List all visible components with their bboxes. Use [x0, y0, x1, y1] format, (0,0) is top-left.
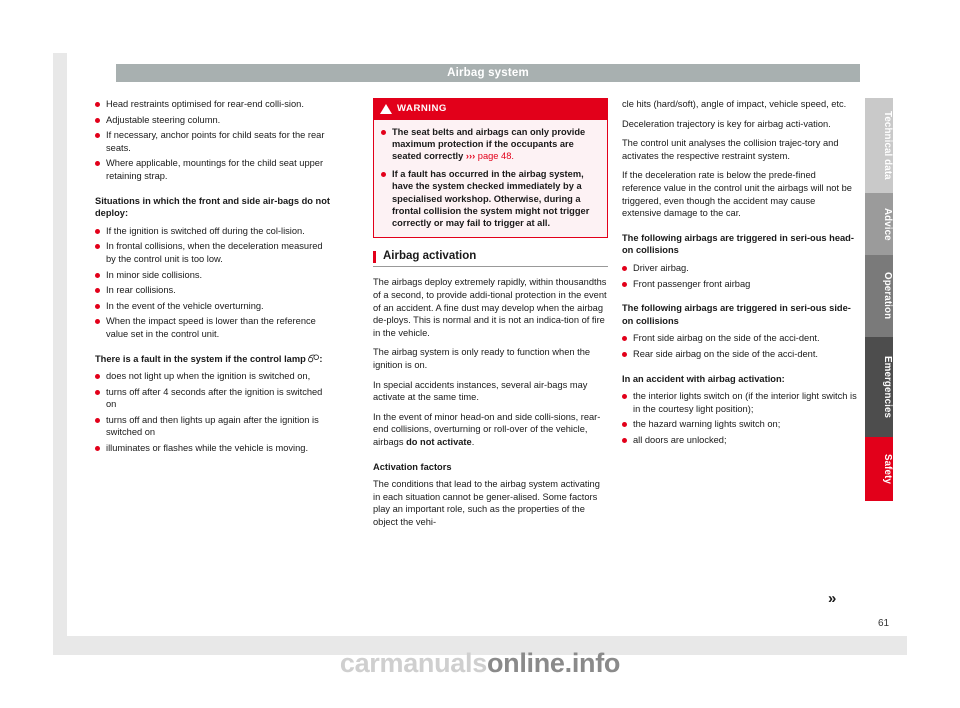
list-item: If the ignition is switched off during t…	[95, 225, 330, 238]
list-item: Driver airbag.	[622, 262, 857, 275]
column-2: WARNING The seat belts and airbags can o…	[373, 98, 608, 536]
bullet-dot-icon	[95, 303, 100, 309]
tab-operation[interactable]: Operation	[865, 255, 893, 337]
list-item: If a fault has occurred in the airbag sy…	[381, 168, 600, 230]
list-item: does not light up when the ignition is s…	[95, 370, 330, 383]
subheading-activation-factors: Activation factors	[373, 461, 452, 472]
warning-box: WARNING The seat belts and airbags can o…	[373, 98, 608, 238]
page-number: 61	[878, 618, 890, 629]
bullet-dot-icon	[95, 117, 100, 123]
airbag-warning-lamp-icon	[308, 354, 320, 363]
paragraph: The airbags deploy extremely rapidly, wi…	[373, 277, 607, 338]
bullet-dot-icon	[95, 133, 100, 139]
list-item: the interior lights switch on (if the in…	[622, 390, 857, 415]
column-1: Head restraints optimised for rear-end c…	[95, 98, 330, 458]
warning-body: The seat belts and airbags can only prov…	[374, 120, 607, 237]
subheading-fault: There is a fault in the system if the co…	[95, 353, 323, 364]
list-item: If necessary, anchor points for child se…	[95, 129, 330, 154]
bullet-dot-icon	[622, 422, 627, 428]
list-item: illuminates or flashes while the vehicle…	[95, 442, 330, 455]
list-item: When the impact speed is lower than the …	[95, 315, 330, 340]
bullet-dot-icon	[622, 265, 627, 271]
paragraph: Deceleration trajectory is key for airba…	[622, 118, 831, 129]
list-item: Head restraints optimised for rear-end c…	[95, 98, 330, 111]
section-accent-bar	[373, 250, 376, 263]
list-item: the hazard warning lights switch on;	[622, 418, 857, 431]
bullet-dot-icon	[95, 389, 100, 395]
list-item: The seat belts and airbags can only prov…	[381, 126, 600, 163]
watermark: carmanualsonline.info	[0, 648, 960, 679]
bullet-dot-icon	[95, 102, 100, 107]
tab-safety[interactable]: Safety	[865, 437, 893, 501]
bullet-dot-icon	[622, 281, 627, 287]
paragraph: The airbag system is only ready to funct…	[373, 347, 591, 370]
content-columns: Head restraints optimised for rear-end c…	[95, 98, 860, 618]
bullet-dot-icon	[95, 417, 100, 423]
bullet-dot-icon	[95, 161, 100, 167]
bullet-dot-icon	[622, 351, 627, 357]
continuation-marker: »	[828, 590, 837, 607]
paragraph: The control unit analyses the collision …	[622, 138, 839, 161]
paragraph: The conditions that lead to the airbag s…	[373, 479, 600, 527]
list-item: Where applicable, mountings for the chil…	[95, 157, 330, 182]
list-item: turns off after 4 seconds after the igni…	[95, 386, 330, 411]
bullet-dot-icon	[95, 288, 100, 294]
subheading-head-on: The following airbags are triggered in s…	[622, 232, 854, 256]
list-item: Front passenger front airbag	[622, 278, 857, 291]
bullet-dot-icon	[622, 336, 627, 342]
warning-label: WARNING	[397, 103, 447, 114]
reference-arrow-icon: ›››	[465, 151, 476, 162]
list-item: Front side airbag on the side of the acc…	[622, 332, 857, 345]
paragraph: If the deceleration rate is below the pr…	[622, 170, 852, 219]
bullet-dot-icon	[381, 171, 386, 177]
tab-advice[interactable]: Advice	[865, 193, 893, 255]
warning-triangle-icon	[380, 104, 392, 115]
subheading-no-deploy: Situations in which the front and side a…	[95, 195, 331, 219]
watermark-dark: online.info	[486, 648, 621, 678]
bullet-dot-icon	[622, 437, 627, 443]
bullet-dot-icon	[95, 374, 100, 380]
list-item: turns off and then lights up again after…	[95, 414, 330, 439]
bullet-dot-icon	[95, 244, 100, 250]
paragraph: In special accidents instances, several …	[373, 379, 588, 403]
bullet-dot-icon	[381, 129, 386, 135]
bullet-dot-icon	[95, 319, 100, 325]
list-item: In frontal collisions, when the decelera…	[95, 240, 330, 265]
bullet-dot-icon	[95, 228, 100, 234]
warning-header: WARNING	[374, 99, 607, 120]
subheading-side-on: The following airbags are triggered in s…	[622, 303, 851, 326]
subheading-activation: In an accident with airbag activation:	[622, 373, 785, 384]
paragraph-do-not-activate: In the event of minor head-on and side c…	[373, 411, 601, 447]
list-item: all doors are unlocked;	[622, 434, 857, 447]
tab-emergencies[interactable]: Emergencies	[865, 337, 893, 437]
tab-technical-data[interactable]: Technical data	[865, 98, 893, 193]
list-item: Rear side airbag on the side of the acci…	[622, 348, 857, 361]
list-item: In minor side collisions.	[95, 269, 330, 282]
bullet-dot-icon	[95, 446, 100, 452]
watermark-light: carmanuals	[339, 648, 487, 678]
list-item: Adjustable steering column.	[95, 114, 330, 127]
paragraph: cle hits (hard/soft), angle of impact, v…	[622, 99, 847, 109]
column-3: cle hits (hard/soft), angle of impact, v…	[622, 98, 857, 449]
bullet-dot-icon	[95, 272, 100, 278]
bullet-dot-icon	[622, 394, 627, 400]
list-item: In the event of the vehicle overturning.	[95, 300, 330, 313]
list-item: In rear collisions.	[95, 284, 330, 297]
page-title: Airbag system	[116, 64, 860, 82]
page-reference: page 48.	[477, 151, 514, 162]
section-heading-airbag-activation: Airbag activation	[373, 250, 608, 268]
side-tab-navigation: Technical data Advice Operation Emergenc…	[865, 98, 893, 501]
